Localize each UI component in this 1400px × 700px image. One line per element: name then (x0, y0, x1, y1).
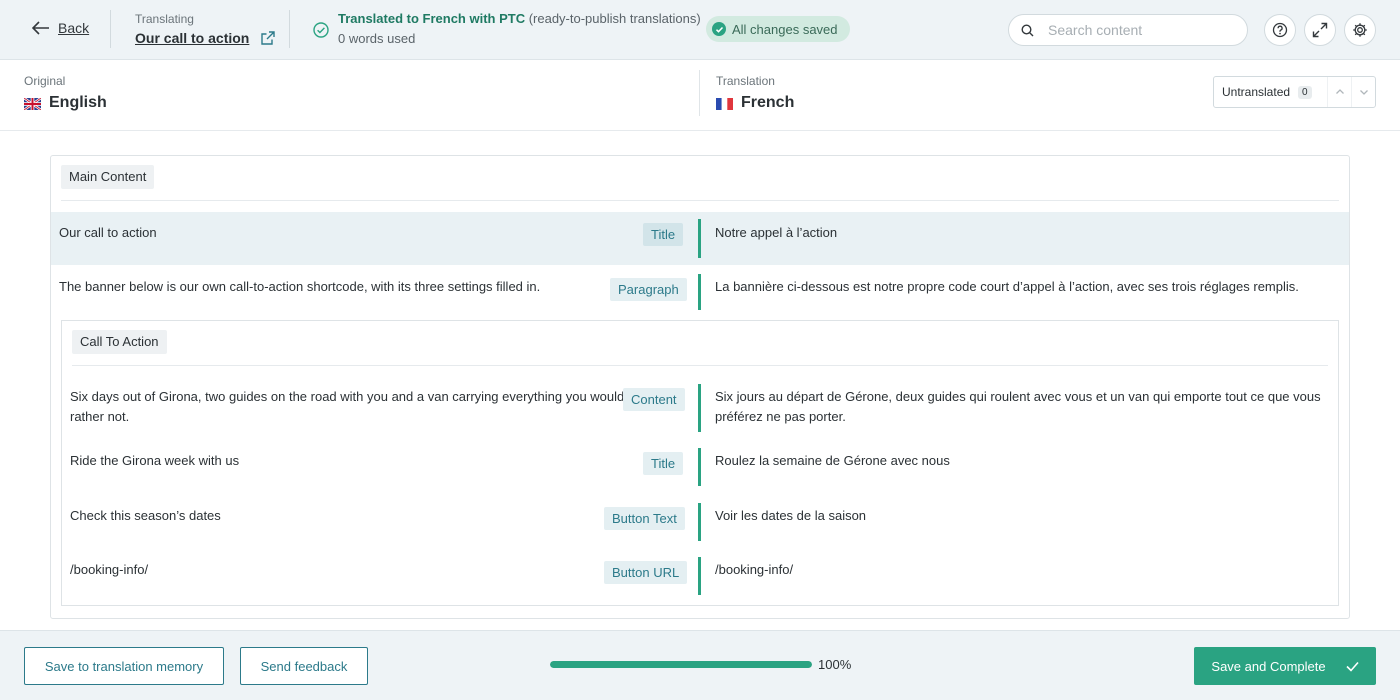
back-label: Back (58, 20, 90, 36)
untranslated-filter[interactable]: Untranslated 0 (1213, 76, 1376, 108)
save-and-complete-button[interactable]: Save and Complete (1194, 647, 1376, 685)
previous-untranslated-button[interactable] (1327, 77, 1351, 107)
section-divider (72, 365, 1328, 366)
translation-text[interactable]: Notre appel à l’action (715, 223, 1335, 243)
translation-text[interactable]: /booking-info/ (715, 560, 1325, 580)
filter-count: 0 (1298, 85, 1312, 99)
segment-row[interactable]: Ride the Girona week with us Title Roule… (51, 440, 1349, 495)
segment-row[interactable]: /booking-info/ Button URL /booking-info/ (51, 550, 1349, 603)
french-flag-icon (716, 97, 733, 110)
original-language: Original English (23, 74, 107, 112)
source-text: Ride the Girona week with us (70, 453, 240, 468)
chevron-down-icon (1359, 90, 1368, 95)
page-title-link[interactable]: Our call to action (135, 30, 249, 46)
language-bar: Original English Translation French Untr… (0, 60, 1400, 131)
segment-type-badge: Title (643, 223, 684, 246)
saved-status-badge: All changes saved (706, 16, 850, 42)
ptc-status-text: Translated to French with PTC (338, 11, 526, 26)
segment-type-badge: Content (623, 388, 685, 411)
next-untranslated-button[interactable] (1351, 77, 1375, 107)
translation-text[interactable]: Voir les dates de la saison (715, 506, 1325, 526)
segment-divider (698, 384, 701, 432)
main-content-label: Main Content (61, 165, 155, 189)
segment-type-badge: Button Text (604, 507, 685, 530)
gear-icon (1353, 23, 1367, 37)
translation-text[interactable]: La bannière ci-dessous est notre propre … (715, 277, 1345, 297)
external-link-icon[interactable] (261, 31, 276, 45)
help-button[interactable] (1264, 14, 1296, 46)
expand-button[interactable] (1304, 14, 1336, 46)
saved-status-text: All changes saved (732, 21, 838, 37)
translation-language-name: French (741, 94, 795, 111)
check-icon (712, 22, 726, 36)
help-icon (1272, 22, 1288, 38)
search-icon (1021, 23, 1034, 36)
progress-bar (550, 661, 812, 668)
segment-row[interactable]: Check this season’s dates Button Text Vo… (51, 495, 1349, 550)
save-to-memory-button[interactable]: Save to translation memory (24, 647, 224, 685)
segment-divider (698, 503, 701, 541)
segment-type-badge: Button URL (604, 561, 688, 584)
segment-row[interactable]: Six days out of Girona, two guides on th… (51, 380, 1349, 436)
source-text: Six days out of Girona, two guides on th… (70, 389, 625, 424)
back-button[interactable]: Back (32, 20, 89, 36)
segment-type-badge: Title (643, 452, 684, 475)
chevron-up-icon (1335, 89, 1344, 94)
save-and-complete-label: Save and Complete (1211, 658, 1326, 674)
uk-flag-icon (23, 97, 42, 111)
search-input[interactable] (1048, 22, 1228, 38)
translating-block: Translating Our call to action (135, 12, 276, 46)
expand-icon (1312, 22, 1328, 38)
source-text: The banner below is our own call-to-acti… (59, 279, 541, 294)
segment-divider (698, 448, 701, 486)
translating-label: Translating (135, 12, 194, 26)
send-feedback-button[interactable]: Send feedback (240, 647, 368, 685)
filter-label: Untranslated (1222, 85, 1291, 99)
checkmark-icon (1346, 661, 1359, 672)
segment-row[interactable]: The banner below is our own call-to-acti… (51, 265, 1349, 318)
segment-divider (698, 219, 701, 258)
segment-divider (698, 557, 701, 595)
source-text: /booking-info/ (70, 562, 149, 577)
divider (699, 70, 700, 116)
translation-text[interactable]: Six jours au départ de Gérone, deux guid… (715, 387, 1325, 427)
progress-fill (550, 661, 812, 668)
segment-type-badge: Paragraph (610, 278, 687, 301)
translation-language: Translation French (716, 74, 794, 112)
ptc-status: Translated to French with PTC (ready-to-… (313, 11, 701, 46)
search-box[interactable] (1008, 14, 1248, 46)
progress-percent: 100% (818, 657, 852, 672)
source-text: Check this season’s dates (70, 508, 221, 523)
ptc-note: (ready-to-publish translations) (528, 11, 701, 26)
call-to-action-label: Call To Action (72, 330, 167, 354)
source-text: Our call to action (59, 225, 157, 240)
original-label: Original (24, 74, 66, 88)
check-circle-icon (313, 22, 329, 38)
original-language-name: English (49, 94, 107, 111)
back-arrow-icon (32, 21, 49, 35)
divider (289, 10, 290, 48)
segment-row[interactable]: Our call to action Title Notre appel à l… (51, 212, 1349, 265)
segment-divider (698, 274, 701, 310)
words-used: 0 words used (338, 31, 416, 46)
translation-label: Translation (716, 74, 775, 88)
footer-bar: Save to translation memory Send feedback… (0, 630, 1400, 700)
top-bar: Back Translating Our call to action Tran… (0, 0, 1400, 60)
divider (110, 10, 111, 48)
settings-button[interactable] (1344, 14, 1376, 46)
translation-text[interactable]: Roulez la semaine de Gérone avec nous (715, 451, 1325, 471)
section-divider (61, 200, 1339, 201)
